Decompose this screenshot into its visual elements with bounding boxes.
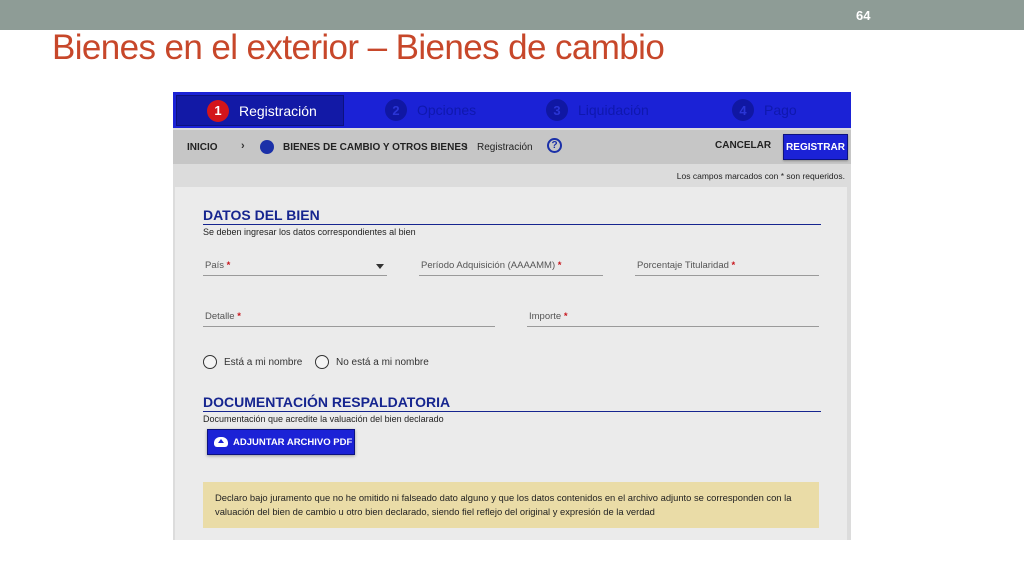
section-subtitle-documentacion: Documentación que acredite la valuación …	[203, 414, 444, 424]
attach-pdf-button[interactable]: ADJUNTAR ARCHIVO PDF	[207, 429, 355, 455]
chevron-down-icon	[376, 264, 384, 269]
form-panel: DATOS DEL BIEN Se deben ingresar los dat…	[175, 187, 847, 540]
stepper: 1 Registración 2 Opciones 3 Liquidación …	[173, 92, 851, 128]
radio-no-esta-a-mi-nombre[interactable]: No está a mi nombre	[315, 355, 429, 369]
field-label: Detalle *	[205, 311, 241, 322]
field-label: País *	[205, 260, 231, 271]
field-label: Período Adquisición (AAAAMM) *	[421, 260, 562, 271]
step-opciones[interactable]: 2 Opciones	[385, 92, 476, 128]
section-divider	[203, 411, 821, 412]
cancel-button[interactable]: CANCELAR	[715, 140, 771, 151]
step-number: 1	[207, 99, 229, 122]
breadcrumb-home[interactable]: INICIO	[187, 142, 218, 153]
importe-input[interactable]: Importe *	[527, 311, 819, 327]
chevron-right-icon: ›	[464, 140, 468, 152]
step-label: Pago	[764, 102, 797, 118]
field-label: Importe *	[529, 311, 568, 322]
step-number: 3	[546, 99, 568, 121]
step-label: Registración	[239, 102, 317, 119]
help-icon[interactable]: ?	[547, 138, 562, 153]
section-divider	[203, 224, 821, 225]
breadcrumb-current: Registración	[477, 142, 533, 153]
porcentaje-titularidad-input[interactable]: Porcentaje Titularidad *	[635, 260, 819, 276]
radio-esta-a-mi-nombre[interactable]: Está a mi nombre	[203, 355, 302, 369]
slide-number: 64	[856, 8, 871, 23]
section-title-datos: DATOS DEL BIEN	[203, 207, 320, 223]
required-fields-note: Los campos marcados con * son requeridos…	[676, 171, 845, 181]
step-number: 2	[385, 99, 407, 121]
register-button[interactable]: REGISTRAR	[783, 134, 848, 160]
radio-circle[interactable]	[315, 355, 329, 369]
breadcrumb: INICIO › BIENES DE CAMBIO Y OTROS BIENES…	[173, 130, 851, 164]
form-screenshot: 1 Registración 2 Opciones 3 Liquidación …	[173, 92, 851, 540]
globe-icon	[260, 140, 274, 154]
sworn-declaration: Declaro bajo juramento que no he omitido…	[203, 482, 819, 528]
chevron-right-icon: ›	[241, 140, 245, 152]
radio-label: No está a mi nombre	[336, 356, 429, 368]
section-subtitle-datos: Se deben ingresar los datos correspondie…	[203, 227, 416, 237]
attach-pdf-label: ADJUNTAR ARCHIVO PDF	[233, 436, 353, 448]
step-label: Opciones	[417, 102, 477, 118]
step-liquidacion[interactable]: 3 Liquidación	[546, 92, 649, 128]
radio-label: Está a mi nombre	[224, 356, 303, 368]
step-registracion[interactable]: 1 Registración	[176, 95, 344, 126]
section-title-documentacion: DOCUMENTACIÓN RESPALDATORIA	[203, 394, 451, 410]
cloud-upload-icon	[214, 437, 228, 447]
step-pago[interactable]: 4 Pago	[732, 92, 797, 128]
breadcrumb-section[interactable]: BIENES DE CAMBIO Y OTROS BIENES	[283, 142, 468, 153]
detalle-input[interactable]: Detalle *	[203, 311, 495, 327]
pais-select[interactable]: País *	[203, 260, 387, 276]
step-number: 4	[732, 99, 754, 121]
periodo-adquisicion-input[interactable]: Período Adquisición (AAAAMM) *	[419, 260, 603, 276]
radio-circle[interactable]	[203, 355, 217, 369]
field-label: Porcentaje Titularidad *	[637, 260, 736, 271]
slide-title: Bienes en el exterior – Bienes de cambio	[52, 28, 665, 67]
step-label: Liquidación	[578, 102, 649, 118]
